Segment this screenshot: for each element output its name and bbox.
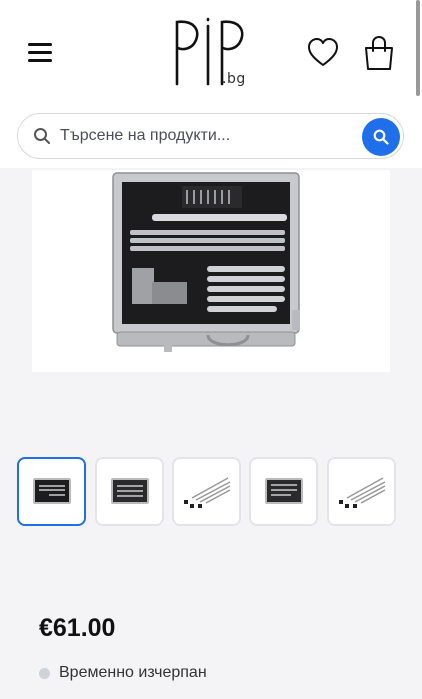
thumbnail-2[interactable]: [95, 457, 164, 526]
site-header: .bg: [0, 0, 422, 103]
hamburger-menu-icon[interactable]: [26, 40, 56, 66]
product-main-image[interactable]: [32, 170, 390, 372]
search-box: [17, 113, 404, 159]
search-icon: [34, 128, 50, 144]
product-price: €61.00: [39, 614, 116, 642]
heart-icon[interactable]: [306, 36, 340, 70]
stock-status-text: Временно изчерпан: [59, 664, 207, 681]
shopping-bag-icon[interactable]: [362, 34, 396, 72]
thumbnail-strip: [17, 457, 397, 527]
search-bar: [0, 103, 422, 168]
thumbnail-5[interactable]: [327, 457, 396, 526]
search-icon: [373, 129, 389, 145]
stock-status-dot: [39, 668, 50, 679]
logo-suffix: .bg: [222, 71, 246, 87]
search-input[interactable]: [60, 120, 350, 152]
page-scrollbar[interactable]: [416, 0, 420, 96]
thumbnail-1[interactable]: [17, 457, 86, 526]
thumbnail-3[interactable]: [172, 457, 241, 526]
thumbnail-4[interactable]: [249, 457, 318, 526]
search-submit-button[interactable]: [362, 118, 400, 156]
